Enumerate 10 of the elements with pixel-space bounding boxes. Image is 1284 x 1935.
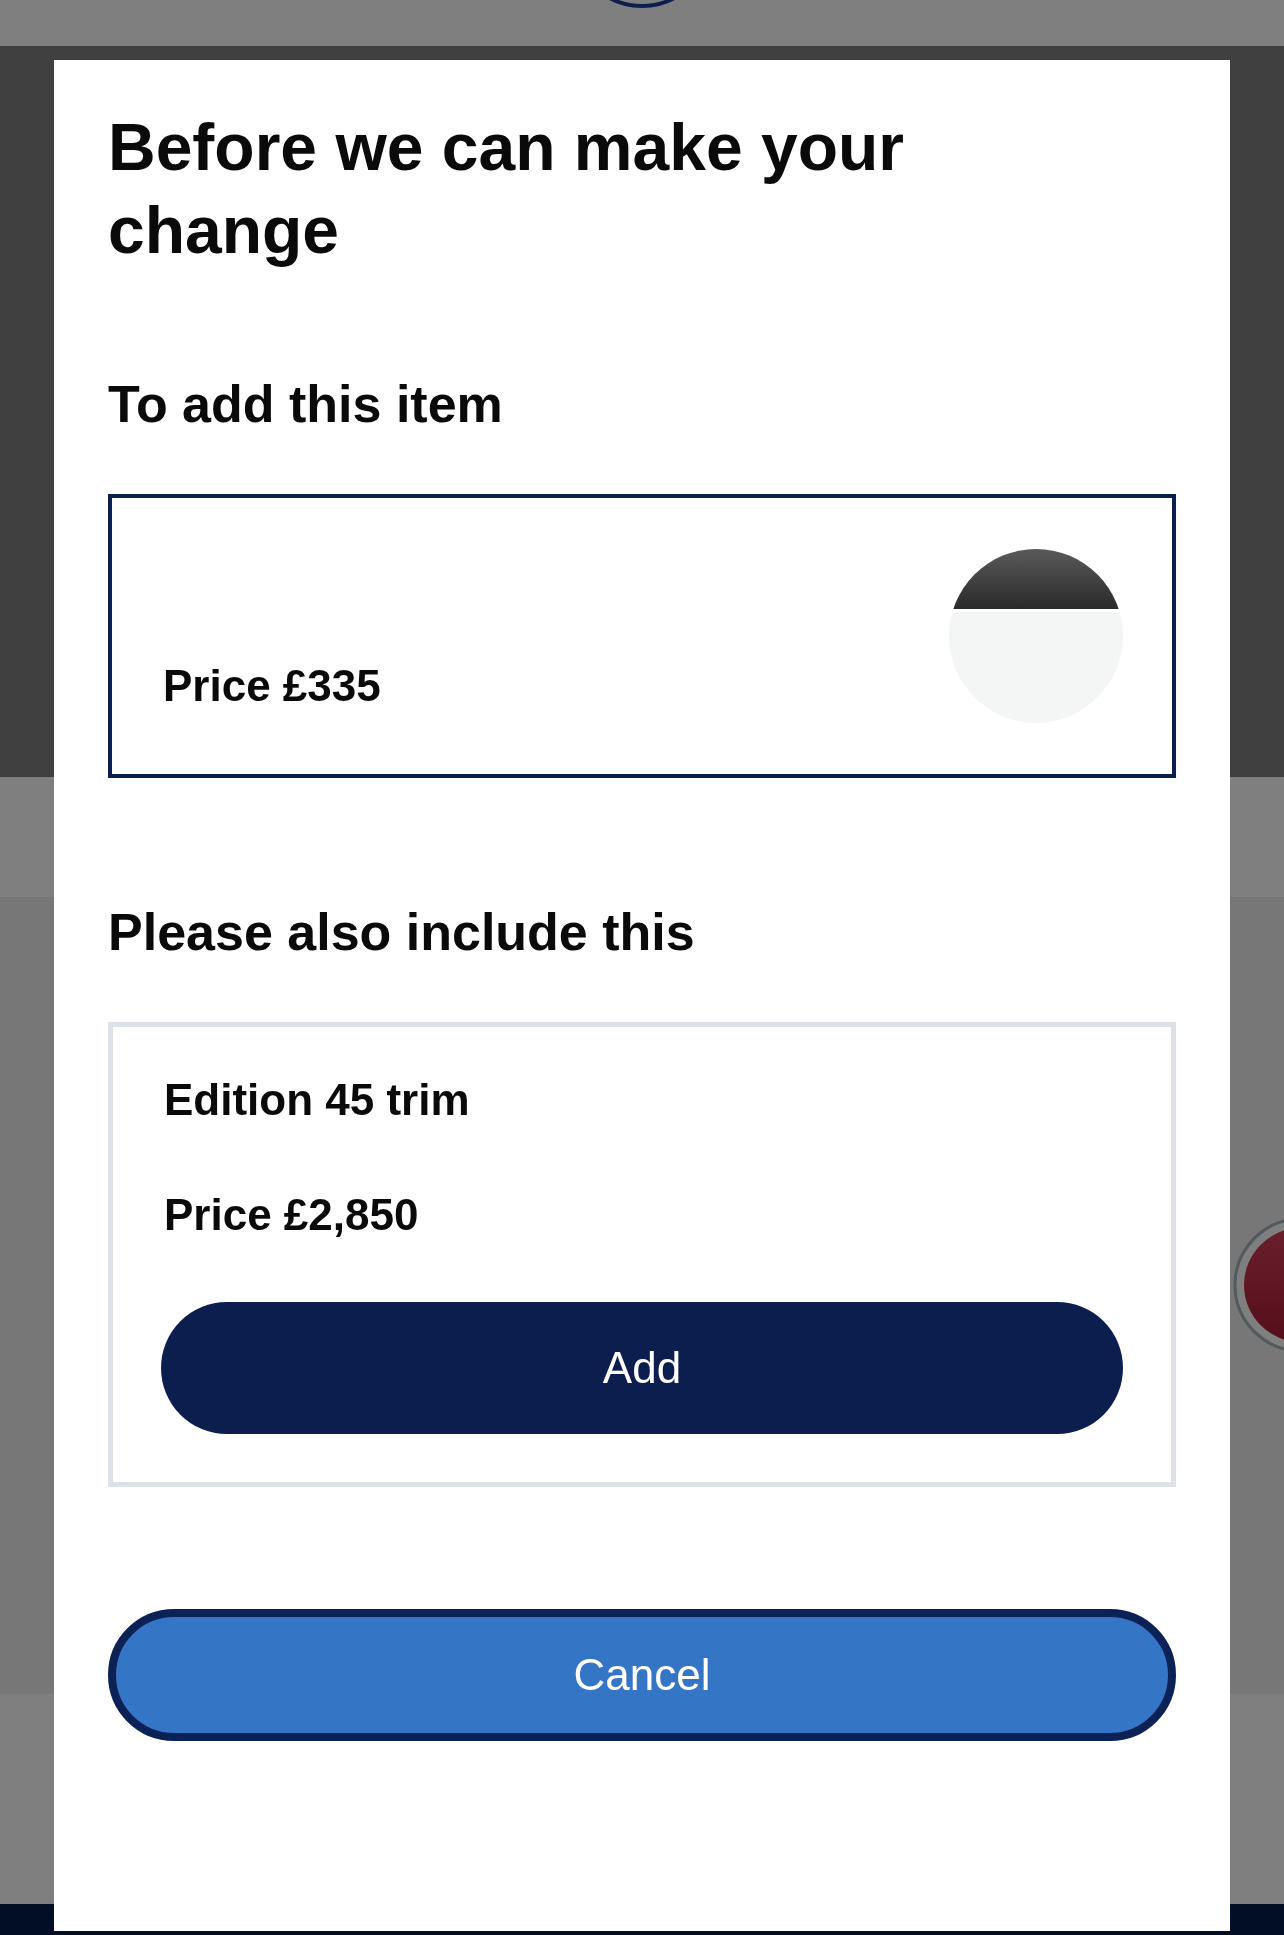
add-button[interactable]: Add xyxy=(161,1302,1123,1434)
swatch-icon xyxy=(1233,1217,1284,1353)
dialog-title: Before we can make your change xyxy=(108,109,905,269)
item-name: Edition 45 trim xyxy=(164,1075,471,1125)
ring-icon xyxy=(609,0,675,9)
item-price: Price £335 xyxy=(163,661,381,711)
section-heading: Please also include this xyxy=(108,902,696,962)
section-heading: To add this item xyxy=(108,374,504,434)
item-price: Price £2,850 xyxy=(164,1190,420,1240)
cancel-button[interactable]: Cancel xyxy=(108,1609,1176,1741)
